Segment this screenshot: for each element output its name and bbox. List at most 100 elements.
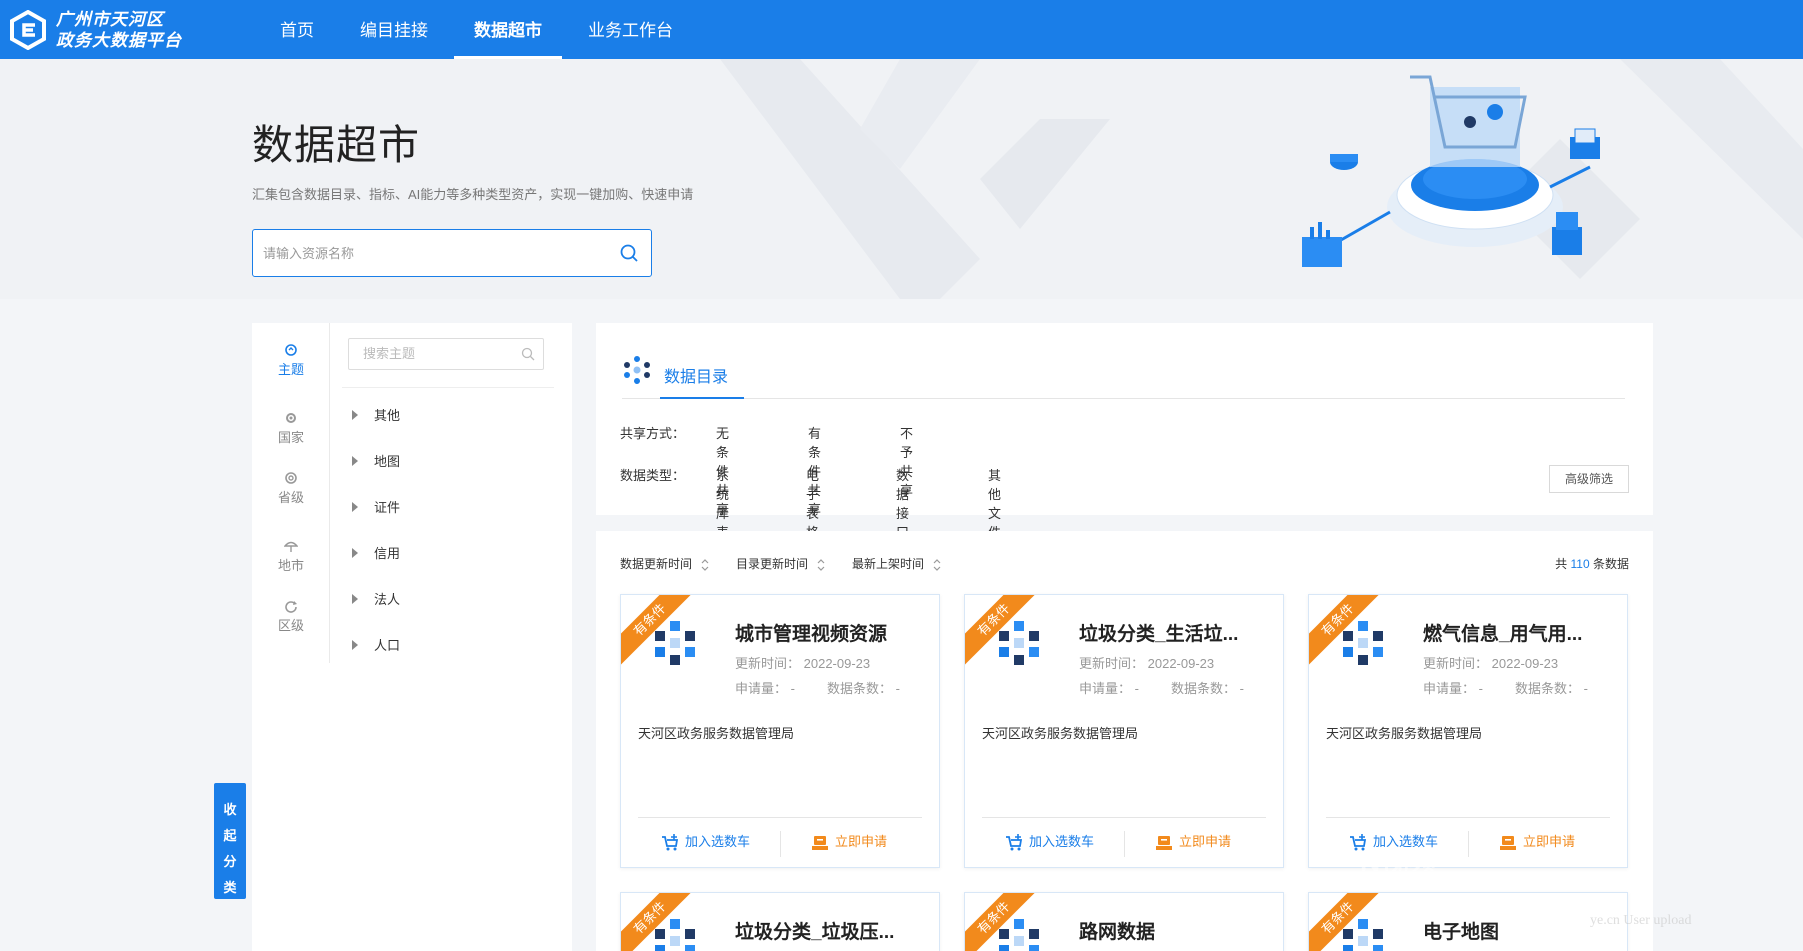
sort-data-updated[interactable]: 数据更新时间 [620, 555, 709, 572]
theme-item-map[interactable]: 地图 [352, 451, 552, 475]
nav-workbench[interactable]: 业务工作台 [568, 0, 693, 59]
updated-value: 2022-09-23 [1491, 656, 1559, 671]
data-card[interactable]: 有条件 路网数据 [964, 892, 1284, 951]
apply-now-label: 立即申请 [1523, 834, 1576, 849]
apply-now-button[interactable]: 立即申请 [811, 831, 887, 853]
updated-label: 更新时间： [1079, 656, 1145, 671]
nav-home[interactable]: 首页 [260, 0, 334, 59]
card-divider [982, 817, 1266, 818]
theme-item-label: 其他 [374, 408, 401, 423]
theme-item-certificate[interactable]: 证件 [352, 497, 552, 521]
type-option-spreadsheet[interactable]: 电子表格 [806, 465, 819, 541]
data-card[interactable]: 有条件 城市管理视频资源 更新时间： 2022-09-23 申请量： - 数据条数： -… [620, 594, 940, 868]
tab-theme[interactable]: 主题 [252, 335, 330, 395]
advanced-filter-button[interactable]: 高级筛选 [1549, 465, 1629, 493]
type-option-api[interactable]: 数据接口 [896, 465, 909, 541]
tab-national-label: 国家 [277, 430, 304, 445]
data-card[interactable]: 有条件 垃圾分类_生活垃... 更新时间： 2022-09-23 申请量： - 数据条数… [964, 594, 1284, 868]
data-cube-icon [1343, 621, 1383, 665]
watermark: N视频 [1360, 846, 1437, 877]
apply-now-label: 立即申请 [1179, 834, 1232, 849]
card-requests: 申请量： - [735, 678, 795, 697]
shopping-cart-illustration [1302, 75, 1600, 267]
platform-name-line1: 广州市天河区 [56, 10, 164, 29]
platform-logo-icon[interactable] [8, 10, 48, 50]
updated-value: 2022-09-23 [803, 656, 871, 671]
watermark-sub: ye.cn User upload [1590, 913, 1692, 928]
records-label: 数据条数： [827, 681, 893, 696]
platform-name-line2: 政务大数据平台 [56, 31, 182, 50]
tab-theme-label: 主题 [277, 362, 304, 377]
share-mode-label: 共享方式： [620, 426, 686, 441]
catalog-section-title[interactable]: 数据目录 [664, 363, 728, 387]
collapse-label-char: 收 [223, 802, 237, 817]
apply-now-button[interactable]: 立即申请 [1155, 831, 1231, 853]
nav-data-market[interactable]: 数据超市 [454, 0, 562, 59]
records-value: - [1583, 681, 1588, 696]
sort-arrows-icon [701, 558, 709, 571]
collapse-category-button[interactable]: 收 起 分 类 [214, 783, 246, 899]
tab-district[interactable]: 区级 [252, 591, 330, 651]
circle-icon [285, 472, 297, 484]
theme-item-legal-person[interactable]: 法人 [352, 589, 552, 613]
data-card[interactable]: 有条件 电子地图 [1308, 892, 1628, 951]
theme-search-input[interactable] [363, 346, 513, 361]
category-type-tabs: 主题 国家 省级 地市 区级 [252, 323, 330, 663]
sort-catalog-updated[interactable]: 目录更新时间 [736, 555, 825, 572]
sort-label: 数据更新时间 [620, 557, 693, 571]
requests-label: 申请量： [1423, 681, 1476, 696]
theme-item-label: 人口 [374, 638, 401, 653]
caret-right-icon [352, 547, 358, 558]
records-label: 数据条数： [1515, 681, 1581, 696]
tab-province[interactable]: 省级 [252, 463, 330, 523]
tab-national[interactable]: 国家 [252, 403, 330, 463]
data-card[interactable]: 有条件 燃气信息_用气用... 更新时间： 2022-09-23 申请量： - 数据条数… [1308, 594, 1628, 868]
updated-value: 2022-09-23 [1147, 656, 1215, 671]
caret-right-icon [352, 455, 358, 466]
refresh-icon [285, 601, 297, 613]
tab-city[interactable]: 地市 [252, 531, 330, 591]
resource-search-input[interactable] [263, 242, 603, 264]
apply-now-button[interactable]: 立即申请 [1499, 831, 1575, 853]
collapse-label-char: 类 [223, 880, 237, 895]
updated-label: 更新时间： [1423, 656, 1489, 671]
add-to-cart-button[interactable]: 加入选数车 [1005, 831, 1094, 853]
search-icon[interactable] [521, 347, 535, 361]
card-organization: 天河区政务服务数据管理局 [982, 726, 1139, 741]
sort-arrows-icon [933, 558, 941, 571]
card-title[interactable]: 路网数据 [1079, 917, 1275, 944]
theme-item-other[interactable]: 其他 [352, 405, 552, 429]
card-title[interactable]: 燃气信息_用气用... [1423, 619, 1619, 646]
card-updated: 更新时间： 2022-09-23 [1423, 653, 1558, 672]
category-panel: 主题 国家 省级 地市 区级 其他 地图 证件 信用 法人 人口 [252, 323, 572, 951]
theme-item-population[interactable]: 人口 [352, 635, 552, 659]
caret-right-icon [352, 501, 358, 512]
hero-banner: 数据超市 汇集包含数据目录、指标、AI能力等多种类型资产，实现一键加购、快速申请 [0, 59, 1803, 299]
card-title[interactable]: 城市管理视频资源 [735, 619, 931, 646]
card-title[interactable]: 垃圾分类_垃圾压... [735, 917, 931, 944]
caret-right-icon [352, 639, 358, 650]
requests-value: - [790, 681, 795, 696]
card-organization: 天河区政务服务数据管理局 [638, 726, 795, 741]
requests-label: 申请量： [735, 681, 788, 696]
sort-label: 目录更新时间 [736, 557, 809, 571]
data-cube-icon [1343, 919, 1383, 951]
sort-latest-listed[interactable]: 最新上架时间 [852, 555, 941, 572]
data-card[interactable]: 有条件 垃圾分类_垃圾压... [620, 892, 940, 951]
nav-catalog-mount[interactable]: 编目挂接 [340, 0, 448, 59]
card-title[interactable]: 垃圾分类_生活垃... [1079, 619, 1275, 646]
theme-item-credit[interactable]: 信用 [352, 543, 552, 567]
card-divider [1326, 817, 1610, 818]
apply-stamp-icon [1500, 835, 1516, 850]
card-requests: 申请量： - [1079, 678, 1139, 697]
add-to-cart-button[interactable]: 加入选数车 [661, 831, 750, 853]
gear-icon [286, 413, 296, 423]
type-option-other-file[interactable]: 其他文件 [988, 465, 1001, 541]
search-icon[interactable] [619, 243, 639, 263]
type-option-db-table[interactable]: 系统库表 [716, 465, 729, 541]
action-divider [1124, 831, 1125, 857]
caret-right-icon [352, 409, 358, 420]
data-type-label: 数据类型： [620, 468, 686, 483]
platform-name: 广州市天河区 政务大数据平台 [56, 9, 182, 51]
page-subtitle: 汇集包含数据目录、指标、AI能力等多种类型资产，实现一键加购、快速申请 [252, 187, 694, 202]
